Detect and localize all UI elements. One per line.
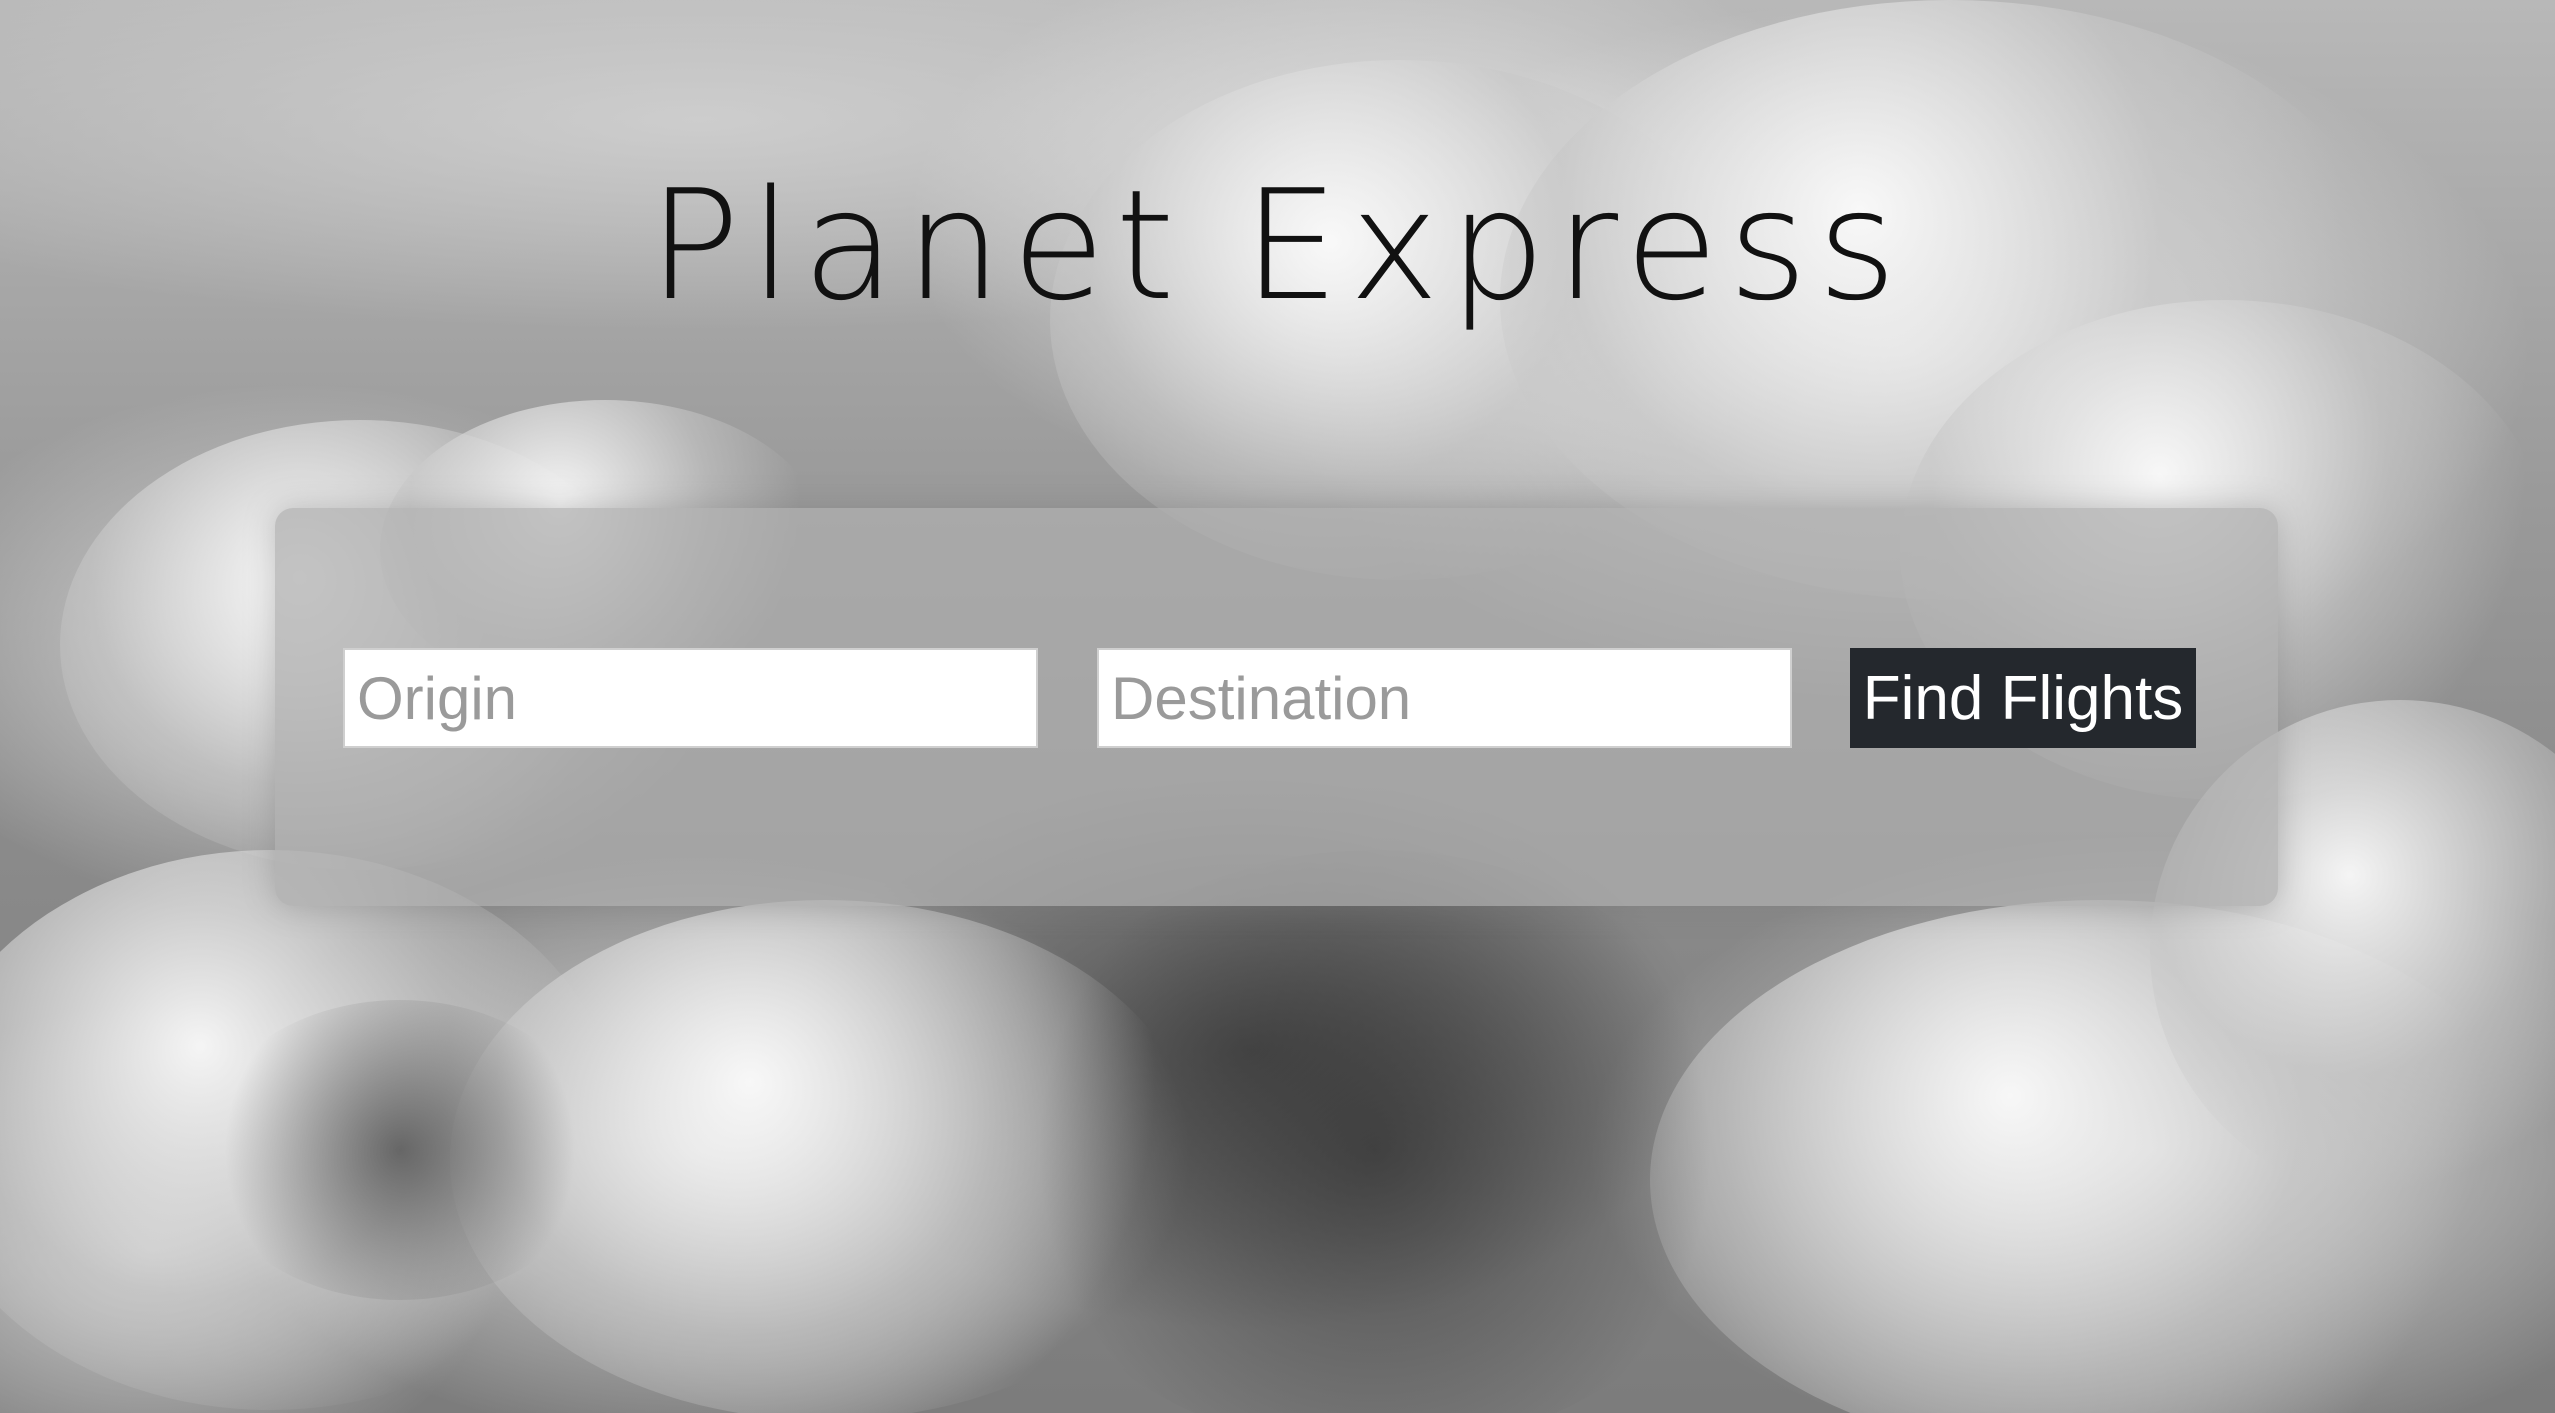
origin-field (343, 648, 1038, 748)
cloud-shadow (200, 1000, 600, 1300)
destination-input[interactable] (1099, 650, 1790, 746)
cloud-shadow (1000, 850, 1750, 1413)
cloud-background: Planet Express Find Flights (0, 0, 2555, 1413)
find-flights-button[interactable]: Find Flights (1850, 648, 2196, 748)
search-panel: Find Flights (275, 508, 2278, 906)
origin-input[interactable] (345, 650, 1036, 746)
page-title: Planet Express (648, 157, 1907, 334)
destination-field (1097, 648, 1792, 748)
